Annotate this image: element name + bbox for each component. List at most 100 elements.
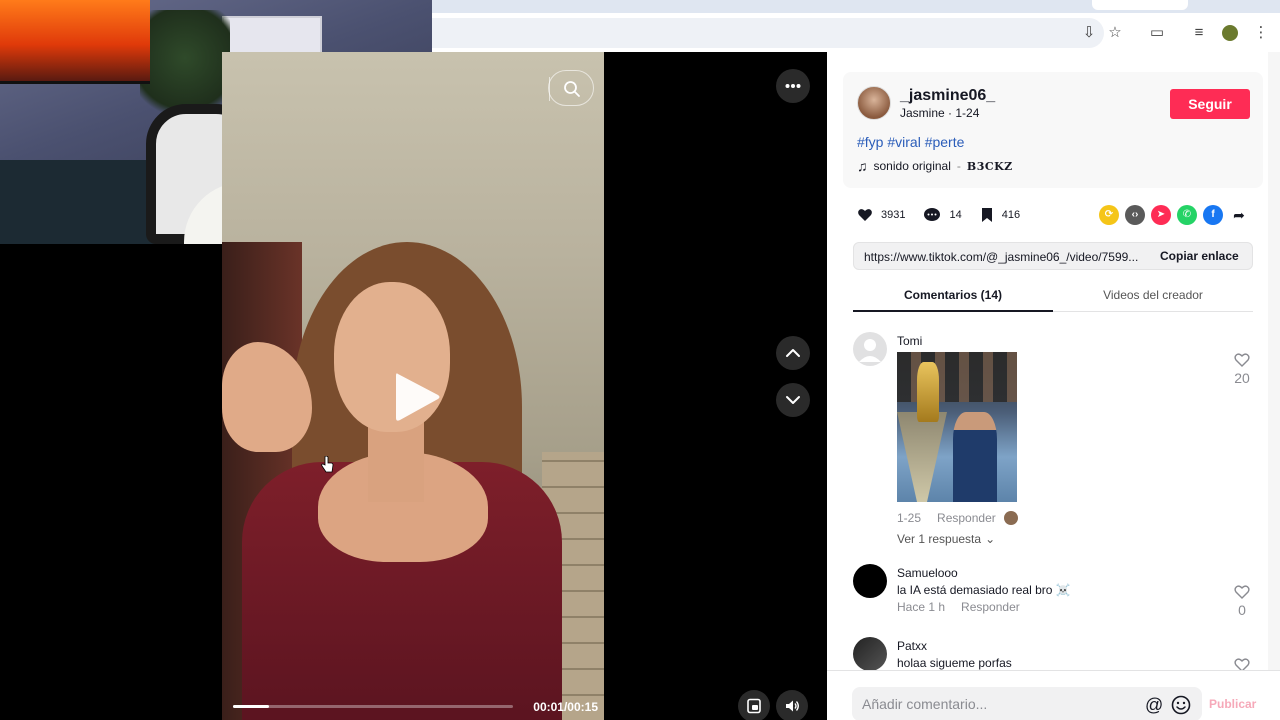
hand-cursor-icon bbox=[321, 456, 334, 473]
video-progress-fill bbox=[233, 705, 269, 708]
webcam-sofa bbox=[0, 160, 160, 244]
picture-in-picture-button[interactable] bbox=[738, 690, 770, 720]
author-name-date: Jasmine · 1-24 bbox=[900, 106, 980, 120]
mention-icon[interactable]: @ bbox=[1145, 695, 1163, 716]
comment-username[interactable]: Tomi bbox=[897, 334, 922, 348]
video-progress-bar[interactable] bbox=[233, 705, 513, 708]
music-note-icon: ♫ bbox=[857, 158, 868, 174]
video-hashtags[interactable]: #fyp #viral #perte bbox=[857, 134, 964, 150]
engagement-stats: 3931 14 416 bbox=[857, 204, 1038, 226]
more-dots-icon bbox=[785, 84, 801, 88]
play-icon[interactable] bbox=[392, 370, 442, 424]
author-card: _jasmine06_ Jasmine · 1-24 Seguir #fyp #… bbox=[843, 72, 1263, 188]
share-arrow-icon[interactable]: ➦ bbox=[1229, 205, 1249, 225]
follow-button[interactable]: Seguir bbox=[1170, 89, 1250, 119]
repost-icon[interactable]: ⟳ bbox=[1099, 205, 1119, 225]
reply-button[interactable]: Responder bbox=[937, 511, 996, 525]
comment-meta: Hace 1 h Responder bbox=[897, 600, 1020, 614]
copy-link-button[interactable]: Copiar enlace bbox=[1160, 249, 1239, 263]
view-replies-button[interactable]: Ver 1 respuesta ⌄ bbox=[897, 532, 995, 546]
reply-button[interactable]: Responder bbox=[961, 600, 1020, 614]
browser-menu-icon[interactable]: ⋮ bbox=[1252, 24, 1270, 42]
comment-image[interactable] bbox=[897, 352, 1017, 502]
comment-username[interactable]: Samuelooo bbox=[897, 566, 958, 580]
comment-username[interactable]: Patxx bbox=[897, 639, 927, 653]
comment-like-button[interactable]: 0 bbox=[1225, 584, 1259, 618]
comment-button[interactable]: 14 bbox=[923, 207, 962, 223]
volume-button[interactable] bbox=[776, 690, 808, 720]
heart-outline-icon bbox=[1234, 585, 1250, 599]
comment-meta: 1-25 Responder bbox=[897, 511, 1018, 525]
view-replies-label: Ver 1 respuesta bbox=[897, 532, 982, 546]
music-separator: - bbox=[956, 159, 961, 173]
search-icon bbox=[564, 81, 580, 97]
panel-tabs: Comentarios (14) Videos del creador bbox=[853, 282, 1253, 312]
comment-date: 1-25 bbox=[897, 511, 922, 525]
like-button[interactable]: 3931 bbox=[857, 207, 905, 223]
save-count: 416 bbox=[1001, 209, 1021, 221]
video-time-label: 00:01/00:15 bbox=[533, 700, 598, 714]
comment-like-button[interactable] bbox=[1225, 657, 1253, 670]
music-artist[interactable]: B3CKZ bbox=[967, 160, 1013, 173]
next-video-button[interactable] bbox=[776, 383, 810, 417]
previous-video-button[interactable] bbox=[776, 336, 810, 370]
heart-outline-icon bbox=[1234, 658, 1250, 670]
browser-toolbar: ⇩ ☆ ▭ ≡ ⋮ bbox=[432, 0, 1280, 52]
comment-avatar[interactable] bbox=[853, 332, 887, 366]
creator-liked-avatar bbox=[1003, 511, 1018, 525]
comment-like-count: 0 bbox=[1238, 602, 1246, 618]
comment-like-count: 20 bbox=[1234, 370, 1250, 386]
music-row[interactable]: ♫ sonido original - B3CKZ bbox=[857, 158, 1013, 174]
chevron-down-icon bbox=[786, 396, 800, 404]
default-avatar-icon bbox=[859, 339, 881, 362]
chevron-down-icon: ⌄ bbox=[985, 532, 996, 546]
webcam-tv-fireplace bbox=[0, 0, 150, 84]
tab-creator-videos[interactable]: Videos del creador bbox=[1053, 288, 1253, 312]
send-to-friends-icon[interactable]: ➤ bbox=[1151, 205, 1171, 225]
comment-text: la IA está demasiado real bro ☠️ bbox=[897, 583, 1071, 597]
share-buttons: ⟳ ‹› ➤ ✆ f ➦ bbox=[1099, 205, 1249, 225]
volume-icon bbox=[786, 700, 799, 712]
publish-button[interactable]: Publicar bbox=[1209, 697, 1256, 711]
tab-comments[interactable]: Comentarios (14) bbox=[853, 288, 1053, 312]
save-button[interactable]: 416 bbox=[980, 207, 1020, 223]
whatsapp-icon[interactable]: ✆ bbox=[1177, 205, 1197, 225]
cast-icon[interactable]: ▭ bbox=[1148, 24, 1166, 42]
comment-item: Patxx holaa sigueme porfas bbox=[853, 637, 1253, 670]
heart-outline-icon bbox=[1234, 353, 1250, 367]
comment-item: Samuelooo la IA está demasiado real bro … bbox=[853, 564, 1253, 624]
address-bar[interactable] bbox=[432, 18, 1104, 48]
screen: ⇩ ☆ ▭ ≡ ⋮ 00:01/00:15 _jasmine06_ Jasmin… bbox=[0, 0, 1280, 720]
author-avatar[interactable] bbox=[857, 86, 891, 120]
bookmark-star-icon[interactable]: ☆ bbox=[1106, 24, 1124, 42]
media-control-icon[interactable]: ≡ bbox=[1190, 24, 1208, 42]
browser-tab[interactable] bbox=[1092, 0, 1188, 10]
author-username[interactable]: _jasmine06_ bbox=[900, 87, 995, 105]
like-count: 3931 bbox=[881, 209, 906, 221]
embed-code-icon[interactable]: ‹› bbox=[1125, 205, 1145, 225]
comment-like-button[interactable]: 20 bbox=[1225, 352, 1259, 386]
comment-count: 14 bbox=[949, 209, 962, 221]
video-details-panel: _jasmine06_ Jasmine · 1-24 Seguir #fyp #… bbox=[827, 52, 1280, 720]
comment-bubble-icon bbox=[924, 208, 941, 221]
comment-item: Tomi 1-25 Responder Ver 1 respuesta ⌄ 20 bbox=[853, 332, 1253, 547]
comment-date: Hace 1 h bbox=[897, 600, 946, 614]
facebook-icon[interactable]: f bbox=[1203, 205, 1223, 225]
comment-avatar[interactable] bbox=[853, 637, 887, 670]
comment-avatar[interactable] bbox=[853, 564, 887, 598]
chevron-up-icon bbox=[786, 349, 800, 357]
profile-avatar-icon[interactable] bbox=[1222, 25, 1238, 41]
video-search-button[interactable] bbox=[548, 70, 594, 106]
bookmark-icon bbox=[981, 208, 992, 222]
install-app-icon[interactable]: ⇩ bbox=[1080, 24, 1098, 42]
music-title[interactable]: sonido original bbox=[874, 159, 951, 173]
share-link-box: https://www.tiktok.com/@_jasmine06_/vide… bbox=[853, 242, 1253, 270]
emoji-icon[interactable] bbox=[1171, 695, 1191, 715]
heart-icon bbox=[858, 209, 872, 221]
comment-text: holaa sigueme porfas bbox=[897, 656, 1012, 670]
comment-composer: @ Publicar bbox=[827, 670, 1280, 720]
share-link-text[interactable]: https://www.tiktok.com/@_jasmine06_/vide… bbox=[864, 250, 1154, 264]
more-options-button[interactable] bbox=[776, 69, 810, 103]
panel-scrollbar[interactable] bbox=[1268, 52, 1280, 672]
browser-tabstrip bbox=[432, 0, 1280, 13]
